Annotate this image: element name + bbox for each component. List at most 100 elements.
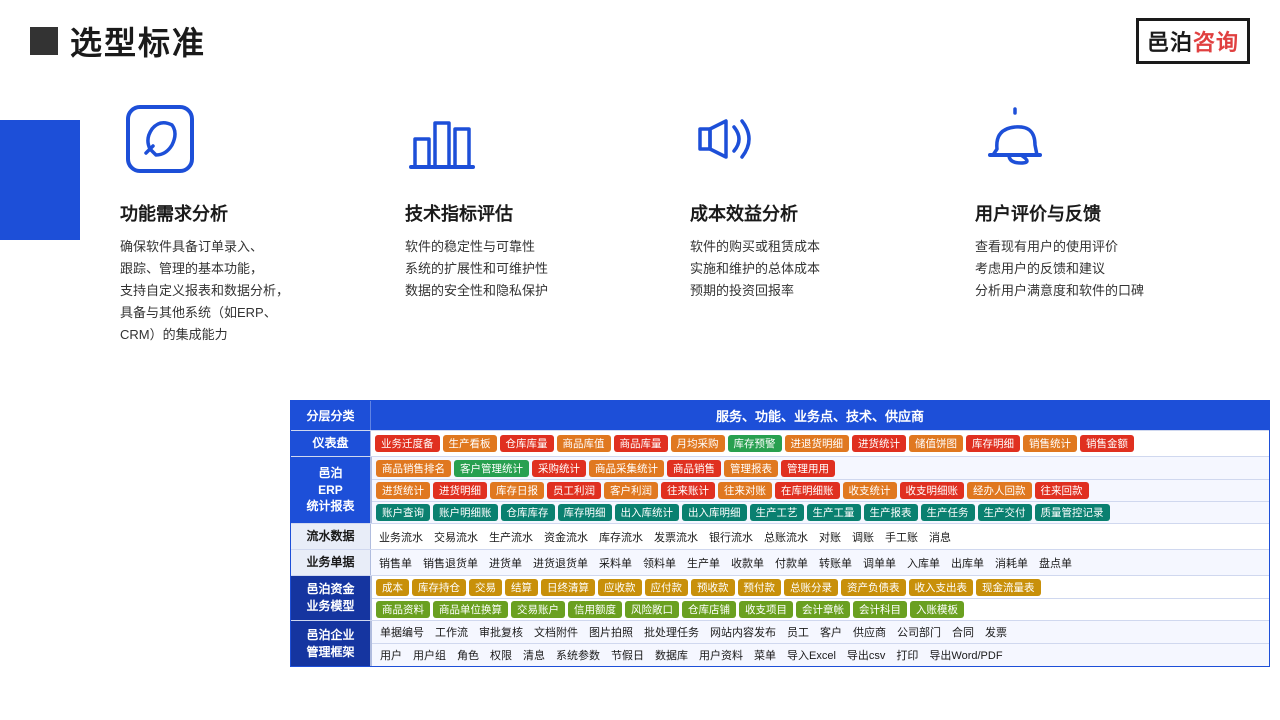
table-tag: 经办人回款 (967, 482, 1032, 499)
table-tag: 单据编号 (376, 623, 428, 641)
col-user: 用户评价与反馈 查看现有用户的使用评价考虑用户的反馈和建议分析用户满意度和软件的… (965, 94, 1250, 346)
table-tag: 库存预警 (728, 435, 782, 452)
table-tag: 仓库库存 (501, 504, 555, 521)
table-tag: 结算 (505, 579, 538, 596)
col3-text: 软件的购买或租赁成本实施和维护的总体成本预期的投资回报率 (690, 236, 945, 302)
table-tag: 预付款 (738, 579, 782, 596)
table-tag: 应付款 (645, 579, 689, 596)
table-tag: 公司部门 (893, 623, 945, 641)
table-tag: 现金流量表 (976, 579, 1041, 596)
table-tag: 采料单 (595, 554, 636, 572)
table-tag: 生产看板 (443, 435, 497, 452)
table-tag: 客户 (816, 623, 846, 641)
table-tag: 总账分录 (784, 579, 838, 596)
table-tag: 对账 (815, 528, 845, 546)
table-tag: 销售退货单 (419, 554, 482, 572)
table-tag: 生产单 (683, 554, 724, 572)
logo-text1: 邑泊 (1147, 25, 1193, 57)
row-cells: 业务流水交易流水生产流水资金流水库存流水发票流水银行流水总账流水对账调账手工账消… (371, 524, 1269, 549)
sub-row: 用户用户组角色权限清息系统参数节假日数据库用户资料菜单导入Excel导出csv打… (372, 643, 1269, 666)
table-tag: 月均采购 (671, 435, 725, 452)
table-tag: 图片拍照 (585, 623, 637, 641)
user-icon (975, 94, 1230, 184)
table-tag: 库存明细 (558, 504, 612, 521)
table-tag: 管理报表 (724, 460, 778, 477)
table-tag: 出入库明细 (682, 504, 747, 521)
header-square-icon (30, 27, 58, 55)
table-tag: 客户管理统计 (454, 460, 529, 477)
table-tag: 手工账 (881, 528, 922, 546)
table-tag: 入库单 (903, 554, 944, 572)
table-tag: 预收款 (691, 579, 735, 596)
table-tag: 成本 (376, 579, 409, 596)
table-tag: 盘点单 (1035, 554, 1076, 572)
table-tag: 供应商 (849, 623, 890, 641)
table-tag: 库存流水 (595, 528, 647, 546)
table-tag: 审批复核 (475, 623, 527, 641)
tech-icon (405, 94, 660, 184)
table-tag: 菜单 (750, 646, 780, 664)
table-tag: 工作流 (431, 623, 472, 641)
table-tag: 生产交付 (978, 504, 1032, 521)
table-tag: 生产报表 (864, 504, 918, 521)
table-body: 仪表盘业务迁度备生产看板仓库库量商品库值商品库量月均采购库存预警进退货明细进货统… (291, 430, 1269, 666)
row-label: 邑泊企业 管理框架 (291, 621, 371, 666)
row-label: 流水数据 (291, 524, 371, 549)
table-tag: 生产流水 (485, 528, 537, 546)
table-header-left: 分层分类 (291, 401, 371, 430)
table-tag: 销售统计 (1023, 435, 1077, 452)
table-tag: 资金流水 (540, 528, 592, 546)
table-tag: 用户组 (409, 646, 450, 664)
table-tag: 采购统计 (532, 460, 586, 477)
table-tag: 调账 (848, 528, 878, 546)
table-tag: 银行流水 (705, 528, 757, 546)
table-tag: 生产工艺 (750, 504, 804, 521)
table-tag: 收款单 (727, 554, 768, 572)
table-tag: 进货统计 (376, 482, 430, 499)
sub-row: 账户查询账户明细账仓库库存库存明细出入库统计出入库明细生产工艺生产工量生产报表生… (372, 501, 1269, 523)
sub-row: 单据编号工作流审批复核文档附件图片拍照批处理任务网站内容发布员工客户供应商公司部… (372, 621, 1269, 643)
table-tag: 往来对账 (718, 482, 772, 499)
table-tag: 日终清算 (541, 579, 595, 596)
table-tag: 仓库库量 (500, 435, 554, 452)
table-tag: 储值饼图 (909, 435, 963, 452)
table-row: 邑泊资金 业务模型成本库存持仓交易结算日终清算应收款应付款预收款预付款总账分录资… (291, 575, 1269, 620)
sub-rows: 单据编号工作流审批复核文档附件图片拍照批处理任务网站内容发布员工客户供应商公司部… (371, 621, 1269, 666)
table-tag: 导出Word/PDF (925, 646, 1006, 664)
page-title: 选型标准 (70, 18, 206, 64)
table-tag: 往来账计 (661, 482, 715, 499)
table-tag: 库存日报 (490, 482, 544, 499)
main-content: 功能需求分析 确保软件具备订单录入、跟踪、管理的基本功能，支持自定义报表和数据分… (0, 74, 1280, 346)
table-header-right: 服务、功能、业务点、技术、供应商 (371, 401, 1269, 430)
table-tag: 员工 (783, 623, 813, 641)
table-tag: 进货退货单 (529, 554, 592, 572)
table-tag: 会计章帐 (796, 601, 850, 618)
table-tag: 系统参数 (552, 646, 604, 664)
four-columns: 功能需求分析 确保软件具备订单录入、跟踪、管理的基本功能，支持自定义报表和数据分… (30, 94, 1250, 346)
table-tag: 员工利润 (547, 482, 601, 499)
table-tag: 进货单 (485, 554, 526, 572)
table-header: 分层分类 服务、功能、业务点、技术、供应商 (291, 401, 1269, 430)
table-tag: 打印 (892, 646, 922, 664)
table-tag: 进退货明细 (785, 435, 850, 452)
table-tag: 应收款 (598, 579, 642, 596)
sub-row: 商品销售排名客户管理统计采购统计商品采集统计商品销售管理报表管理用用 (372, 457, 1269, 479)
table-tag: 收支明细账 (900, 482, 965, 499)
table-tag: 库存持仓 (412, 579, 466, 596)
table-row: 邑泊 ERP 统计报表商品销售排名客户管理统计采购统计商品采集统计商品销售管理报… (291, 456, 1269, 523)
table-tag: 节假日 (607, 646, 648, 664)
table-tag: 商品库量 (614, 435, 668, 452)
col1-text: 确保软件具备订单录入、跟踪、管理的基本功能，支持自定义报表和数据分析，具备与其他… (120, 236, 375, 346)
function-icon (120, 94, 375, 184)
table-tag: 导入Excel (783, 646, 840, 664)
table-tag: 收支项目 (739, 601, 793, 618)
table-tag: 出库单 (947, 554, 988, 572)
table-tag: 交易账户 (511, 601, 565, 618)
table-tag: 商品资料 (376, 601, 430, 618)
table-tag: 合同 (948, 623, 978, 641)
header: 选型标准 邑泊 咨询 (0, 0, 1280, 74)
col2-title: 技术指标评估 (405, 200, 660, 226)
table-tag: 付款单 (771, 554, 812, 572)
table-tag: 账户明细账 (433, 504, 498, 521)
sub-row: 商品资料商品单位换算交易账户信用额度风险敞口仓库店铺收支项目会计章帐会计科目入账… (372, 598, 1269, 620)
